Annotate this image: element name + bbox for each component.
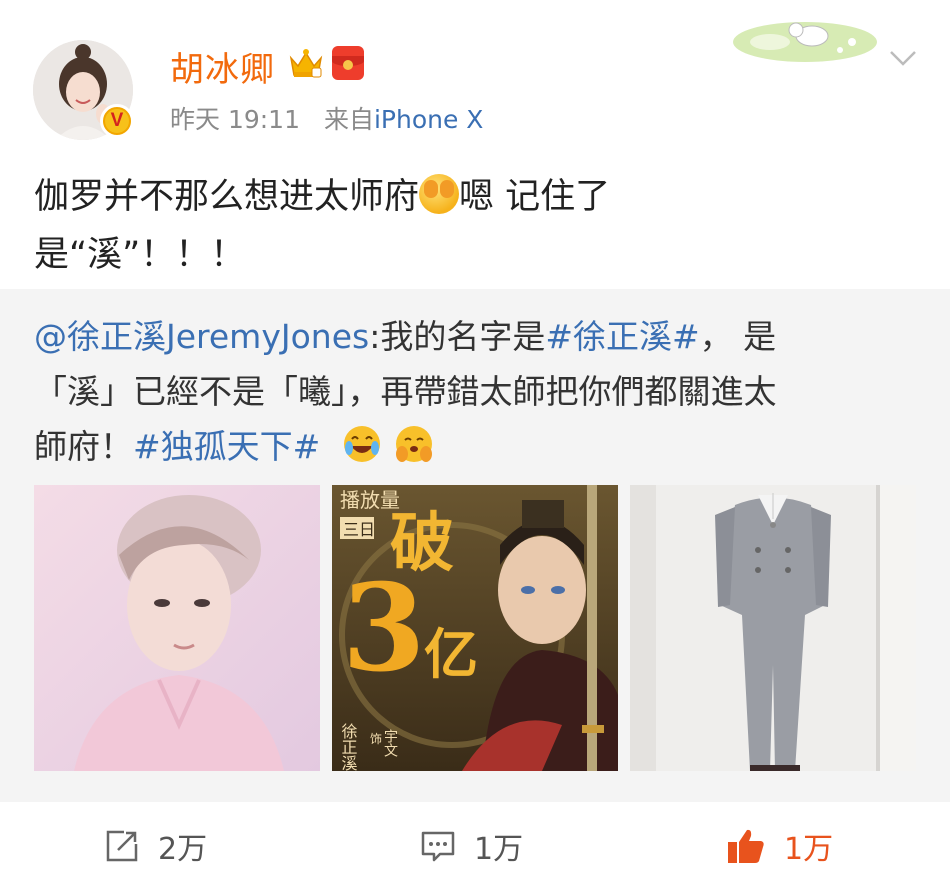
hashtag-link[interactable]: #徐正溪# xyxy=(545,317,699,356)
mention-link[interactable]: @徐正溪JeremyJones xyxy=(34,317,369,356)
poster-badge: 三日 xyxy=(343,520,375,539)
drama-poster[interactable]: 播放量 三日 破 3 亿 徐正溪 饰 宇文 xyxy=(332,485,618,771)
post-text-line1: 伽罗并不那么想进太师府 xyxy=(34,177,420,217)
repost-line2: 「溪」已經不是「曦」，再帶錯太師把你們都關進太 xyxy=(34,372,777,411)
post-text-line2: 是“溪”！！！ xyxy=(34,235,246,275)
post-device[interactable]: iPhone X xyxy=(374,105,483,134)
v-badge-icon: V xyxy=(100,104,134,138)
repost-card[interactable]: @徐正溪JeremyJones:我的名字是#徐正溪#， 是 「溪」已經不是「曦」… xyxy=(0,289,950,802)
action-bar: 2万 1万 1万 xyxy=(0,802,950,888)
repost-icon xyxy=(106,830,138,862)
repost-button[interactable]: 2万 xyxy=(104,824,207,868)
chevron-down-icon[interactable] xyxy=(888,48,918,68)
post-time: 昨天 19:11 xyxy=(170,105,300,134)
post-text-line1b: 嗯 记住了 xyxy=(459,177,611,217)
shy-emoji-icon xyxy=(396,426,433,462)
photo-grid: 播放量 三日 破 3 亿 徐正溪 饰 宇文 xyxy=(34,485,916,771)
poster-cast-name: 徐正溪 xyxy=(339,723,358,771)
comment-button[interactable]: 1万 xyxy=(420,824,523,868)
repost-text-b: ， 是 xyxy=(699,317,777,356)
post-source-prefix: 来自 xyxy=(323,105,374,134)
like-icon xyxy=(728,829,764,863)
post-text: 伽罗并不那么想进太师府嗯 记住了 是“溪”！！！ xyxy=(34,168,914,284)
poster-cast-role-prefix: 饰 xyxy=(370,732,382,746)
repost-line3: 師府！ xyxy=(34,427,133,466)
poster-big3: 亿 xyxy=(424,622,478,686)
portrait-photo[interactable] xyxy=(34,485,320,771)
like-count: 1万 xyxy=(784,832,834,867)
shy-emoji-icon xyxy=(419,174,460,214)
comment-count: 1万 xyxy=(474,832,524,867)
laughing-emoji-icon xyxy=(344,426,381,462)
crown-icon[interactable] xyxy=(288,48,324,80)
comment-icon xyxy=(421,831,455,862)
hashtag-link[interactable]: #独孤天下# xyxy=(133,427,320,466)
poster-cast-role: 宇文 xyxy=(382,729,398,757)
like-button[interactable]: 1万 xyxy=(726,824,833,868)
post-meta: 昨天 19:11 来自iPhone X xyxy=(170,100,483,136)
post-header: V 胡冰卿 昨天 19:11 来自iPhone X xyxy=(0,0,950,160)
decoration-sticker xyxy=(733,22,877,62)
red-packet-icon[interactable] xyxy=(332,46,364,80)
username[interactable]: 胡冰卿 xyxy=(170,42,275,91)
suit-photo[interactable] xyxy=(630,485,916,771)
repost-text: @徐正溪JeremyJones:我的名字是#徐正溪#， 是 「溪」已經不是「曦」… xyxy=(34,309,922,474)
repost-text-a: :我的名字是 xyxy=(369,317,546,356)
repost-count: 2万 xyxy=(158,832,208,867)
poster-big2: 3 xyxy=(342,558,426,699)
